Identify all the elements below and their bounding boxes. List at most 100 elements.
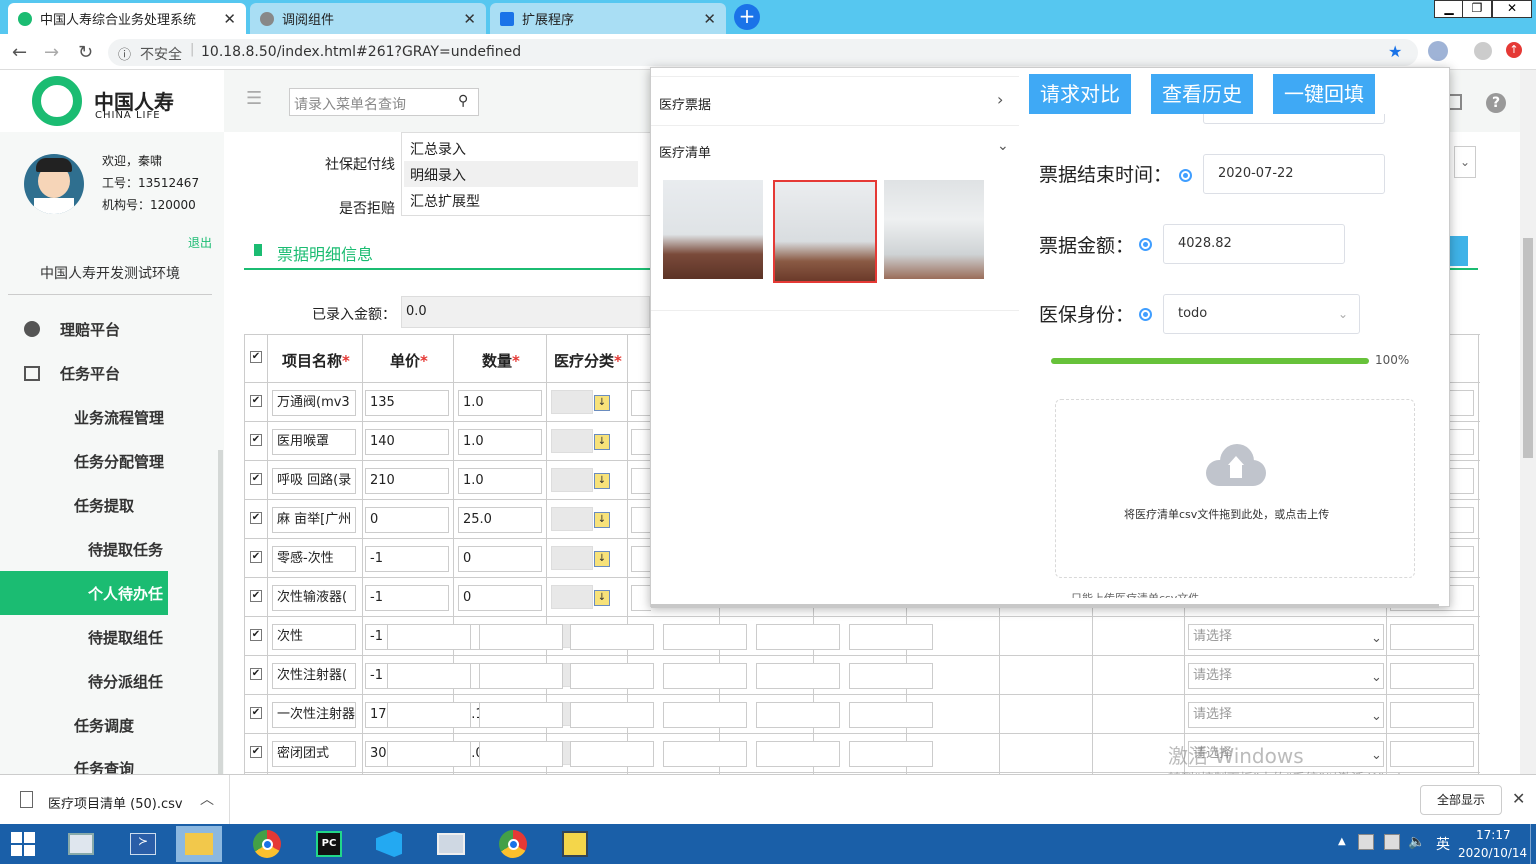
menu-item-pending-extraction[interactable]: 待提取任务: [0, 527, 204, 571]
pycharm-icon[interactable]: PC: [306, 826, 352, 862]
entry-type-dropdown[interactable]: 汇总录入 明细录入 汇总扩展型: [401, 132, 651, 216]
end-time-input[interactable]: 2020-07-22: [1203, 154, 1385, 194]
help-icon[interactable]: ?: [1486, 93, 1506, 113]
download-item[interactable]: 医疗项目清单 (50).csv ︿: [0, 775, 230, 825]
forward-icon[interactable]: →: [44, 42, 59, 63]
collapse-menu-icon[interactable]: ☰: [246, 88, 262, 109]
item-name-input[interactable]: 麻 亩举[广州: [272, 507, 356, 533]
sidebar-scrollbar[interactable]: [218, 450, 223, 774]
item-name-input[interactable]: 次性: [272, 624, 356, 650]
menu-item-task-platform[interactable]: 任务平台: [0, 351, 204, 395]
row-input[interactable]: [570, 663, 654, 689]
item-name-input[interactable]: 密闭团式: [272, 741, 356, 767]
row-select[interactable]: 请选择 ⌄: [1188, 663, 1384, 689]
close-tab-icon[interactable]: ✕: [703, 10, 716, 28]
menu-item-task-query[interactable]: 任务查询: [0, 747, 204, 774]
row-input[interactable]: [1390, 624, 1474, 650]
row-input[interactable]: [570, 624, 654, 650]
menu-medical-invoice[interactable]: 医疗票据 ›: [651, 78, 1019, 126]
row-input[interactable]: [479, 741, 563, 767]
row-input[interactable]: [849, 624, 933, 650]
python-app-icon[interactable]: [552, 826, 598, 862]
lookup-icon[interactable]: ↓: [594, 512, 610, 528]
server-manager-icon[interactable]: [58, 826, 104, 862]
tab-main-system[interactable]: 中国人寿综合业务处理系统 ✕: [8, 3, 246, 34]
menu-item-task-extraction[interactable]: 任务提取: [0, 483, 204, 527]
search-icon[interactable]: ⚲: [458, 93, 468, 109]
tab-extensions[interactable]: 扩展程序 ✕: [490, 3, 726, 34]
select-chevron-icon[interactable]: ⌄: [1454, 146, 1476, 178]
menu-item-workflow-management[interactable]: 业务流程管理: [0, 395, 204, 439]
restore-button[interactable]: ❐: [1462, 0, 1492, 18]
row-input[interactable]: [663, 663, 747, 689]
unit-price-input[interactable]: 140: [365, 429, 449, 455]
insurance-select[interactable]: todo ⌄: [1163, 294, 1360, 334]
end-time-radio[interactable]: [1179, 169, 1192, 182]
unit-price-input[interactable]: -1: [365, 546, 449, 572]
dropdown-option-selected[interactable]: 明细录入: [404, 161, 638, 187]
row-input[interactable]: [756, 741, 840, 767]
powershell-icon[interactable]: ≻: [120, 826, 166, 862]
compare-button[interactable]: 请求对比: [1029, 74, 1131, 114]
row-input[interactable]: [1390, 741, 1474, 767]
row-input[interactable]: [756, 624, 840, 650]
tray-app-icon[interactable]: [1358, 834, 1374, 850]
row-input[interactable]: [663, 741, 747, 767]
menu-item-group-dispatch[interactable]: 待分派组任: [0, 659, 204, 703]
show-all-button[interactable]: 全部显示: [1420, 785, 1502, 815]
thumbnail-image[interactable]: [663, 180, 763, 279]
unit-price-input[interactable]: 210: [365, 468, 449, 494]
quantity-input[interactable]: 25.0: [458, 507, 542, 533]
file-explorer-icon[interactable]: [176, 826, 222, 862]
clock-time[interactable]: 17:17: [1476, 828, 1511, 842]
amount-radio[interactable]: [1139, 238, 1152, 251]
row-input[interactable]: [663, 624, 747, 650]
omnibox[interactable]: ⓘ 不安全 | 10.18.8.50/index.html#261?GRAY=u…: [108, 39, 1418, 66]
update-icon[interactable]: ↑: [1506, 42, 1522, 58]
unit-price-input[interactable]: 135: [365, 390, 449, 416]
row-checkbox[interactable]: ✔: [250, 668, 262, 680]
backfill-button[interactable]: 一键回填: [1273, 74, 1375, 114]
speaker-icon[interactable]: 🔈: [1408, 834, 1425, 850]
row-input[interactable]: [387, 741, 471, 767]
row-select[interactable]: 请选择 ⌄: [1188, 702, 1384, 728]
show-desktop-button[interactable]: [1530, 824, 1536, 864]
lookup-icon[interactable]: ↓: [594, 434, 610, 450]
close-tab-icon[interactable]: ✕: [223, 10, 236, 28]
new-tab-button[interactable]: +: [734, 4, 760, 30]
unit-price-input[interactable]: -1: [365, 585, 449, 611]
row-checkbox[interactable]: ✔: [250, 629, 262, 641]
close-download-bar-icon[interactable]: ✕: [1512, 789, 1525, 808]
minimize-button[interactable]: ▁: [1434, 0, 1464, 18]
page-scrollbar[interactable]: [1520, 70, 1536, 774]
history-button[interactable]: 查看历史: [1151, 74, 1253, 114]
thumbnail-image-selected[interactable]: [773, 180, 877, 283]
row-input[interactable]: [631, 429, 651, 455]
row-input[interactable]: [756, 663, 840, 689]
menu-item-claims-platform[interactable]: 理赔平台: [0, 307, 204, 351]
row-input[interactable]: [479, 702, 563, 728]
quantity-input[interactable]: 0: [458, 546, 542, 572]
item-name-input[interactable]: 次性注射器(: [272, 663, 356, 689]
unit-price-input[interactable]: 0: [365, 507, 449, 533]
row-input[interactable]: [1390, 663, 1474, 689]
row-input[interactable]: [849, 741, 933, 767]
dropdown-option[interactable]: 汇总扩展型: [410, 191, 480, 211]
edit-icon[interactable]: [1448, 94, 1462, 110]
row-checkbox[interactable]: ✔: [250, 746, 262, 758]
row-input[interactable]: [479, 663, 563, 689]
dropdown-option[interactable]: 汇总录入: [410, 139, 466, 159]
close-window-button[interactable]: ✕: [1492, 0, 1532, 18]
bookmark-star-icon[interactable]: ★: [1388, 42, 1402, 61]
ime-indicator[interactable]: 英: [1436, 834, 1450, 854]
start-button[interactable]: [0, 826, 46, 862]
performance-monitor-icon[interactable]: [428, 826, 474, 862]
chrome-icon[interactable]: [244, 826, 290, 862]
row-input[interactable]: [387, 702, 471, 728]
row-input[interactable]: [387, 624, 471, 650]
tray-app-icon[interactable]: [1384, 834, 1400, 850]
item-name-input[interactable]: 呼吸 回路(录: [272, 468, 356, 494]
menu-medical-list[interactable]: 医疗清单 ⌄: [651, 126, 1019, 174]
row-input[interactable]: [479, 624, 563, 650]
upload-dropzone[interactable]: 将医疗清单csv文件拖到此处，或点击上传: [1055, 399, 1415, 578]
